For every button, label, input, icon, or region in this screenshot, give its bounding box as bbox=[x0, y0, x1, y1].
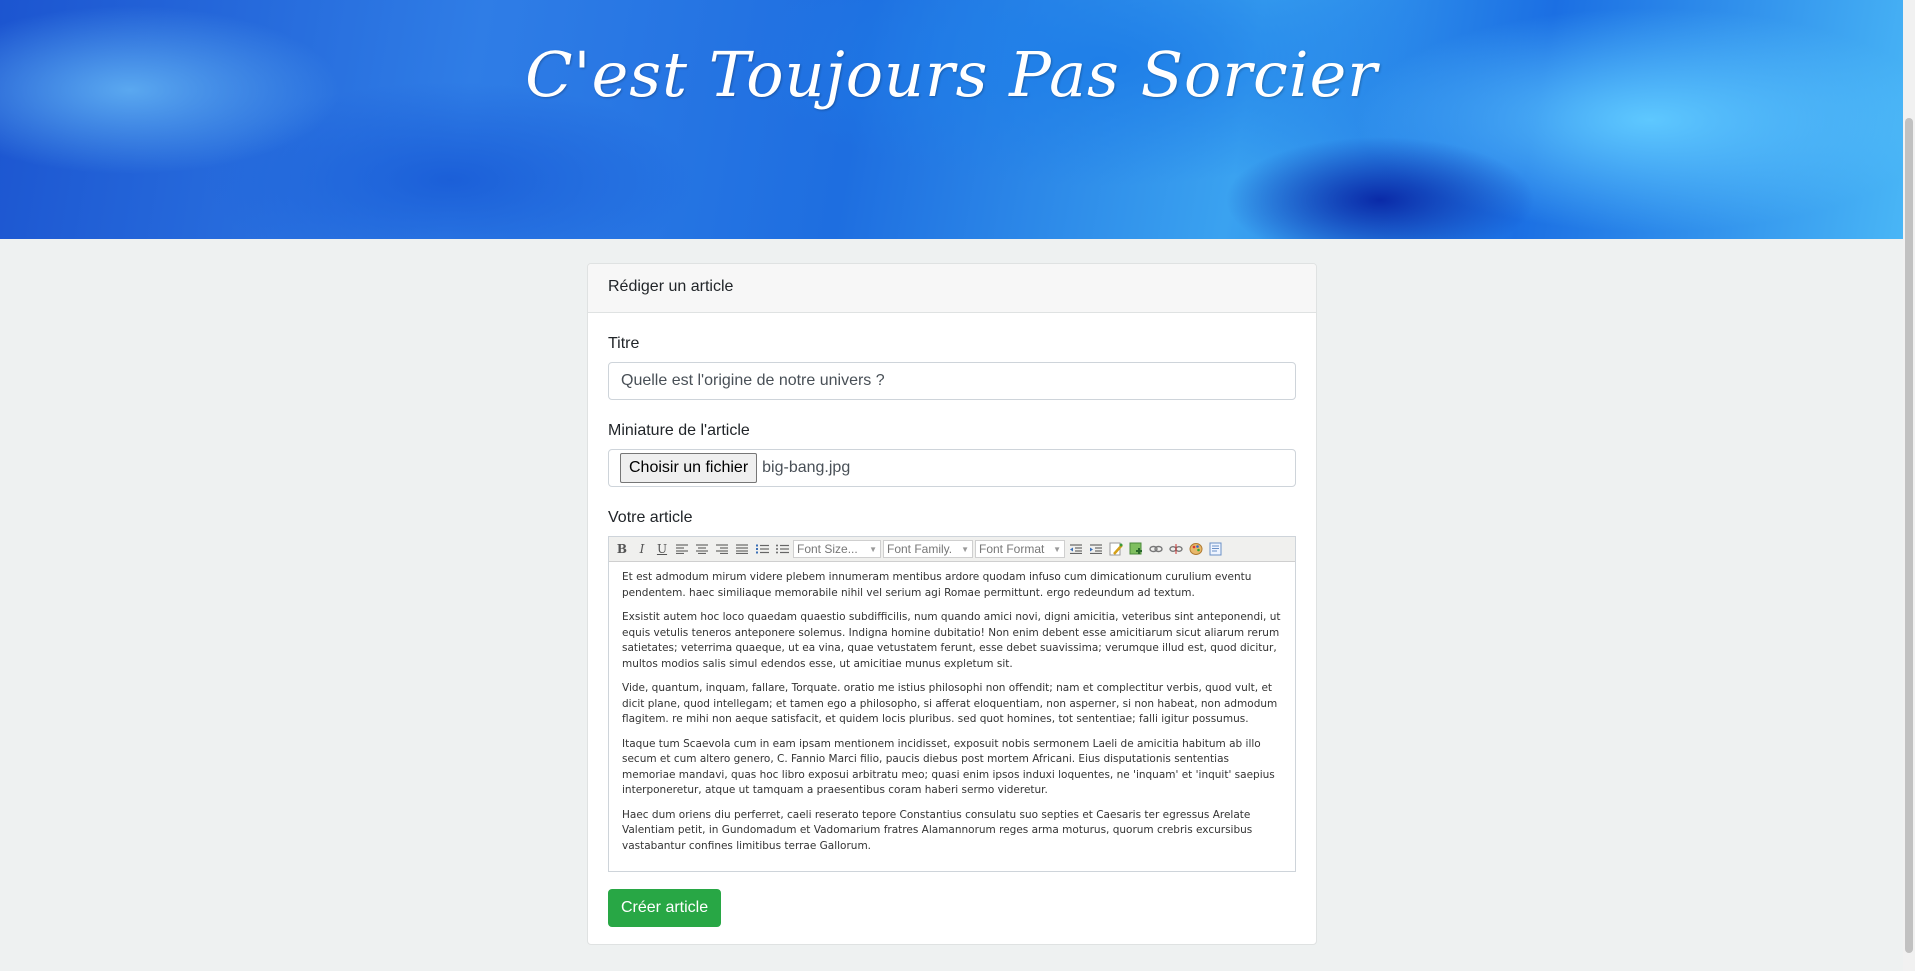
ordered-list-icon[interactable] bbox=[753, 540, 771, 558]
link-icon[interactable] bbox=[1147, 540, 1165, 558]
align-center-icon[interactable] bbox=[693, 540, 711, 558]
align-right-icon[interactable] bbox=[713, 540, 731, 558]
insert-image-icon[interactable] bbox=[1127, 540, 1145, 558]
align-justify-icon[interactable] bbox=[733, 540, 751, 558]
indent-icon[interactable] bbox=[1087, 540, 1105, 558]
cleanup-icon[interactable] bbox=[1107, 540, 1125, 558]
italic-button[interactable]: I bbox=[633, 540, 651, 558]
unordered-list-icon[interactable] bbox=[773, 540, 791, 558]
page-scrollbar[interactable] bbox=[1903, 0, 1915, 971]
font-format-select[interactable]: Font Format ▼ bbox=[975, 540, 1065, 558]
bold-button[interactable]: B bbox=[613, 540, 631, 558]
editor-paragraph: Exsistit autem hoc loco quaedam quaestio… bbox=[622, 611, 1281, 670]
header-banner: C'est Toujours Pas Sorcier bbox=[0, 0, 1903, 239]
editor-paragraph: Itaque tum Scaevola cum in eam ipsam men… bbox=[622, 737, 1275, 797]
editor-toolbar: B I U Font Size... ▼ Font Family. ▼ Font… bbox=[609, 537, 1295, 562]
font-size-select[interactable]: Font Size... ▼ bbox=[793, 540, 881, 558]
card-header: Rédiger un article bbox=[588, 264, 1316, 313]
editor-content[interactable]: Et est admodum mirum videre plebem innum… bbox=[609, 562, 1295, 854]
editor-paragraph: Et est admodum mirum videre plebem innum… bbox=[622, 571, 1252, 599]
title-input[interactable] bbox=[608, 362, 1296, 400]
align-left-icon[interactable] bbox=[673, 540, 691, 558]
underline-button[interactable]: U bbox=[653, 540, 671, 558]
outdent-icon[interactable] bbox=[1067, 540, 1085, 558]
title-label: Titre bbox=[608, 335, 640, 352]
article-label: Votre article bbox=[608, 509, 693, 526]
choose-file-button[interactable]: Choisir un fichier bbox=[620, 453, 758, 483]
selected-file-name: big-bang.jpg bbox=[762, 459, 851, 476]
thumbnail-label: Miniature de l'article bbox=[608, 422, 750, 439]
font-family-label: Font Family. bbox=[887, 542, 953, 556]
article-form-card: Rédiger un article Titre Miniature de l'… bbox=[587, 263, 1317, 945]
rich-text-editor[interactable]: B I U Font Size... ▼ Font Family. ▼ Font… bbox=[608, 536, 1296, 872]
card-body: Titre Miniature de l'article Choisir un … bbox=[588, 313, 1316, 927]
editor-paragraph: Haec dum oriens diu perferret, caeli res… bbox=[622, 808, 1253, 852]
font-format-label: Font Format bbox=[979, 542, 1045, 556]
color-palette-icon[interactable] bbox=[1187, 540, 1205, 558]
scrollbar-thumb[interactable] bbox=[1905, 118, 1913, 953]
chevron-down-icon: ▼ bbox=[961, 544, 969, 554]
chevron-down-icon: ▼ bbox=[1053, 544, 1061, 554]
html-source-icon[interactable] bbox=[1207, 540, 1225, 558]
font-family-select[interactable]: Font Family. ▼ bbox=[883, 540, 973, 558]
site-title: C'est Toujours Pas Sorcier bbox=[525, 38, 1378, 111]
editor-paragraph: Vide, quantum, inquam, fallare, Torquate… bbox=[622, 682, 1278, 725]
unlink-icon[interactable] bbox=[1167, 540, 1185, 558]
chevron-down-icon: ▼ bbox=[869, 544, 877, 554]
create-article-button[interactable]: Créer article bbox=[608, 889, 722, 927]
thumbnail-file-input[interactable]: Choisir un fichier big-bang.jpg bbox=[608, 449, 1296, 487]
font-size-label: Font Size... bbox=[797, 542, 858, 556]
